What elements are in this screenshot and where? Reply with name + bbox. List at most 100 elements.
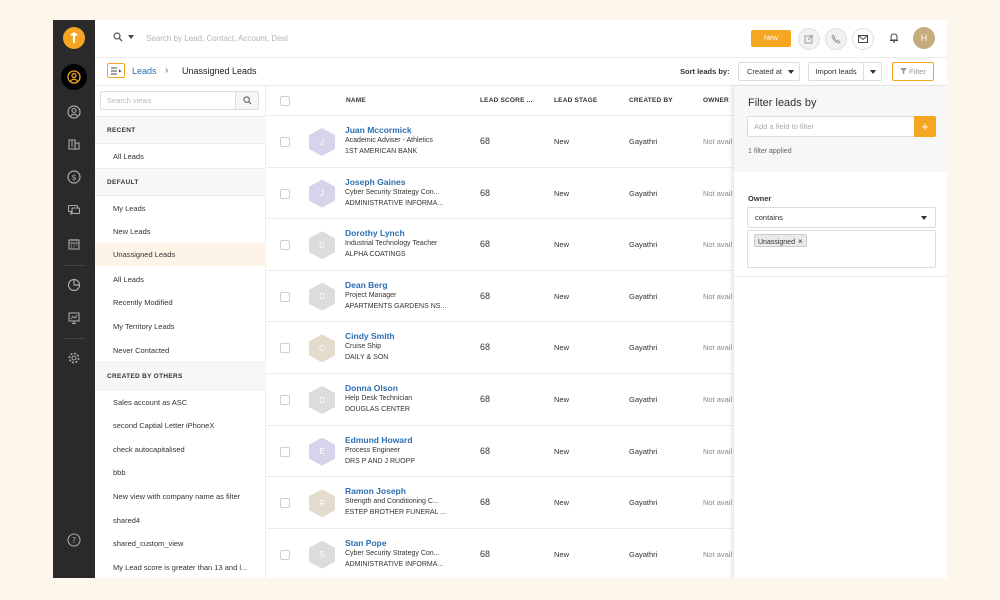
row-checkbox[interactable] <box>280 343 290 354</box>
row-checkbox[interactable] <box>280 549 290 560</box>
lead-name-link[interactable]: Edmund Howard <box>345 435 413 445</box>
view-item[interactable]: All Leads <box>95 145 266 168</box>
table-row[interactable]: J Juan Mccormick Academic Adviser - Athlet… <box>266 116 736 168</box>
import-leads-button[interactable]: Import leads <box>808 62 864 81</box>
view-item[interactable]: Never Contacted <box>95 339 266 362</box>
view-item[interactable]: Recently Modified <box>95 291 266 314</box>
table-row[interactable]: J Joseph Gaines Cyber Security Strategy Co… <box>266 168 736 220</box>
filter-values-input[interactable]: Unassigned × <box>747 230 936 268</box>
conversations-nav-icon[interactable] <box>62 198 86 222</box>
user-avatar[interactable]: H <box>913 27 935 49</box>
search-views-icon[interactable] <box>235 91 259 110</box>
email-icon[interactable] <box>852 28 874 50</box>
view-item[interactable]: shared4 <box>95 509 266 532</box>
row-checkbox[interactable] <box>280 240 290 251</box>
view-item[interactable]: check autocapitalised <box>95 438 266 461</box>
column-header-owner[interactable]: OWNER <box>703 97 729 104</box>
filter-panel-title: Filter leads by <box>748 97 817 109</box>
lead-name-link[interactable]: Dean Berg <box>345 280 388 290</box>
remove-tag-icon[interactable]: × <box>798 237 803 246</box>
table-row[interactable]: R Ramon Joseph Strength and Conditioning C… <box>266 477 736 529</box>
filter-divider <box>734 276 947 277</box>
view-item[interactable]: My Lead score is greater than 13 and l..… <box>95 556 266 578</box>
view-item[interactable]: shared_custom_view <box>95 532 266 555</box>
notifications-bell-icon[interactable] <box>889 32 899 45</box>
lead-avatar: E <box>309 437 335 466</box>
contacts-nav-icon[interactable] <box>62 100 86 124</box>
table-row[interactable]: D Donna Olson Help Desk Technician DOUGLAS … <box>266 374 736 426</box>
column-header-stage[interactable]: LEAD STAGE <box>554 97 597 104</box>
row-checkbox[interactable] <box>280 188 290 199</box>
column-header-created-by[interactable]: CREATED BY <box>629 97 673 104</box>
view-item[interactable]: bbb <box>95 461 266 484</box>
view-item[interactable]: All Leads <box>95 268 266 291</box>
lead-company: APARTMENTS GARDENS NS... <box>345 302 447 310</box>
accounts-nav-icon[interactable] <box>62 132 86 156</box>
sort-value: Created at <box>747 67 783 76</box>
view-item[interactable]: My Territory Leads <box>95 315 266 338</box>
view-item[interactable]: Sales account as ASC <box>95 391 266 414</box>
lead-name-link[interactable]: Stan Pope <box>345 538 387 548</box>
filters-applied-count: 1 filter applied <box>748 148 792 155</box>
help-icon[interactable]: ? <box>62 528 86 552</box>
column-header-score[interactable]: LEAD SCORE ... <box>480 97 533 104</box>
lead-owner: Not avail <box>703 291 733 301</box>
search-icon[interactable] <box>113 32 123 44</box>
import-options-chevron-icon[interactable] <box>863 62 882 81</box>
lead-score: 68 <box>480 445 491 456</box>
funnel-icon <box>900 68 908 75</box>
logo-icon[interactable] <box>63 27 85 49</box>
table-row[interactable]: D Dorothy Lynch Industrial Technology Teac… <box>266 219 736 271</box>
row-checkbox[interactable] <box>280 498 290 509</box>
table-row[interactable]: D Dean Berg Project Manager APARTMENTS GARD… <box>266 271 736 323</box>
lead-name-link[interactable]: Juan Mccormick <box>345 125 412 135</box>
sort-dropdown[interactable]: Created at <box>738 62 800 81</box>
compose-icon[interactable] <box>798 28 820 50</box>
view-item[interactable]: New view with company name as filter <box>95 485 266 508</box>
search-views-input[interactable] <box>100 91 236 110</box>
analytics-nav-icon[interactable] <box>62 306 86 330</box>
lead-avatar: R <box>309 489 335 518</box>
row-checkbox[interactable] <box>280 137 290 147</box>
lead-avatar: D <box>309 386 335 414</box>
lead-avatar: J <box>309 179 335 208</box>
lead-name-link[interactable]: Dorothy Lynch <box>345 228 405 238</box>
calendar-nav-icon[interactable] <box>62 232 86 256</box>
add-filter-button[interactable]: + <box>914 116 936 137</box>
lead-created-by: Gayathri <box>629 343 658 353</box>
settings-nav-icon[interactable] <box>62 346 86 370</box>
lead-name-link[interactable]: Donna Olson <box>345 383 398 393</box>
view-item[interactable]: New Leads <box>95 220 266 243</box>
breadcrumb-leads-link[interactable]: Leads <box>132 66 157 76</box>
new-button[interactable]: New <box>751 30 791 47</box>
view-item[interactable]: second Captial Letter iPhoneX <box>95 414 266 437</box>
filter-operator-select[interactable]: contains <box>747 207 936 228</box>
table-row[interactable]: S Stan Pope Cyber Security Strategy Con...… <box>266 529 736 578</box>
view-item-active[interactable]: Unassigned Leads <box>95 243 266 266</box>
phone-icon[interactable] <box>825 28 847 50</box>
filter-button[interactable]: Filter <box>892 62 934 81</box>
lead-stage: New <box>554 498 570 508</box>
lead-name-link[interactable]: Ramon Joseph <box>345 486 406 496</box>
table-row[interactable]: E Edmund Howard Process Engineer DRS P AND … <box>266 426 736 478</box>
row-checkbox[interactable] <box>280 446 290 457</box>
add-filter-field-input[interactable] <box>747 116 915 137</box>
column-header-name[interactable]: NAME <box>346 97 366 104</box>
search-scope-caret-icon[interactable] <box>128 35 134 39</box>
lead-score: 68 <box>480 394 491 404</box>
filter-panel-header: Filter leads by + 1 filter applied <box>734 86 947 172</box>
row-checkbox[interactable] <box>280 395 290 405</box>
table-row[interactable]: C Cindy Smith Cruise Ship DAILY & SON 68 New G… <box>266 322 736 374</box>
leads-nav-icon[interactable] <box>61 64 87 90</box>
select-all-checkbox[interactable] <box>280 96 290 106</box>
global-search-input[interactable] <box>146 31 446 45</box>
lead-name-link[interactable]: Joseph Gaines <box>345 177 405 187</box>
view-item[interactable]: My Leads <box>95 197 266 220</box>
deals-nav-icon[interactable]: $ <box>62 165 86 189</box>
lead-score: 68 <box>480 290 491 301</box>
lead-owner: Not avail <box>703 137 733 146</box>
toggle-views-icon[interactable] <box>107 63 125 78</box>
lead-name-link[interactable]: Cindy Smith <box>345 331 395 341</box>
row-checkbox[interactable] <box>280 291 290 302</box>
reports-nav-icon[interactable] <box>62 273 86 297</box>
